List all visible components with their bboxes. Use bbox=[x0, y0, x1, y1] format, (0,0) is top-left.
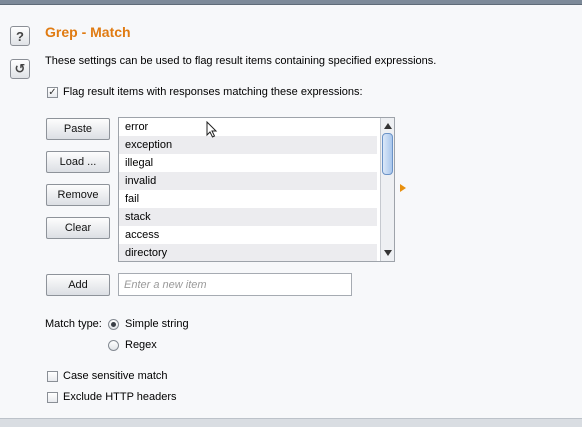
list-item-invalid[interactable]: invalid bbox=[119, 172, 377, 190]
load-button[interactable]: Load ... bbox=[46, 151, 110, 173]
expand-arrow-icon[interactable] bbox=[400, 184, 406, 192]
expression-list[interactable]: error exception illegal invalid fail sta… bbox=[118, 117, 395, 262]
list-item-error[interactable]: error bbox=[119, 118, 377, 136]
list-item-exception[interactable]: exception bbox=[119, 136, 377, 154]
section-title: Grep - Match bbox=[45, 24, 131, 40]
flag-result-checkbox[interactable]: ✓ bbox=[47, 87, 58, 98]
scrollbar-thumb[interactable] bbox=[382, 133, 393, 175]
new-item-input[interactable] bbox=[118, 273, 352, 296]
reset-icon: ↺ bbox=[14, 61, 26, 76]
simple-string-radio[interactable] bbox=[108, 319, 119, 330]
add-button[interactable]: Add bbox=[46, 274, 110, 296]
regex-radio[interactable] bbox=[108, 340, 119, 351]
list-item-stack[interactable]: stack bbox=[119, 208, 377, 226]
restore-defaults-button[interactable]: ↺ bbox=[10, 59, 30, 79]
section-description: These settings can be used to flag resul… bbox=[45, 55, 437, 67]
list-scrollbar[interactable] bbox=[380, 118, 394, 261]
case-sensitive-checkbox[interactable] bbox=[47, 371, 58, 382]
mouse-cursor-icon bbox=[206, 121, 218, 138]
flag-result-label: Flag result items with responses matchin… bbox=[63, 86, 363, 98]
clear-button[interactable]: Clear bbox=[46, 217, 110, 239]
list-item-directory[interactable]: directory bbox=[119, 244, 377, 261]
exclude-headers-label: Exclude HTTP headers bbox=[63, 391, 177, 403]
case-sensitive-label: Case sensitive match bbox=[63, 370, 168, 382]
list-item-illegal[interactable]: illegal bbox=[119, 154, 377, 172]
help-icon: ? bbox=[16, 28, 24, 44]
remove-button[interactable]: Remove bbox=[46, 184, 110, 206]
scroll-down-arrow-icon[interactable] bbox=[384, 250, 392, 256]
simple-string-label: Simple string bbox=[125, 318, 189, 330]
match-type-label: Match type: bbox=[45, 318, 102, 330]
list-item-access[interactable]: access bbox=[119, 226, 377, 244]
list-item-fail[interactable]: fail bbox=[119, 190, 377, 208]
help-button[interactable]: ? bbox=[10, 26, 30, 46]
paste-button[interactable]: Paste bbox=[46, 118, 110, 140]
regex-label: Regex bbox=[125, 339, 157, 351]
exclude-headers-checkbox[interactable] bbox=[47, 392, 58, 403]
scroll-up-arrow-icon[interactable] bbox=[384, 123, 392, 129]
